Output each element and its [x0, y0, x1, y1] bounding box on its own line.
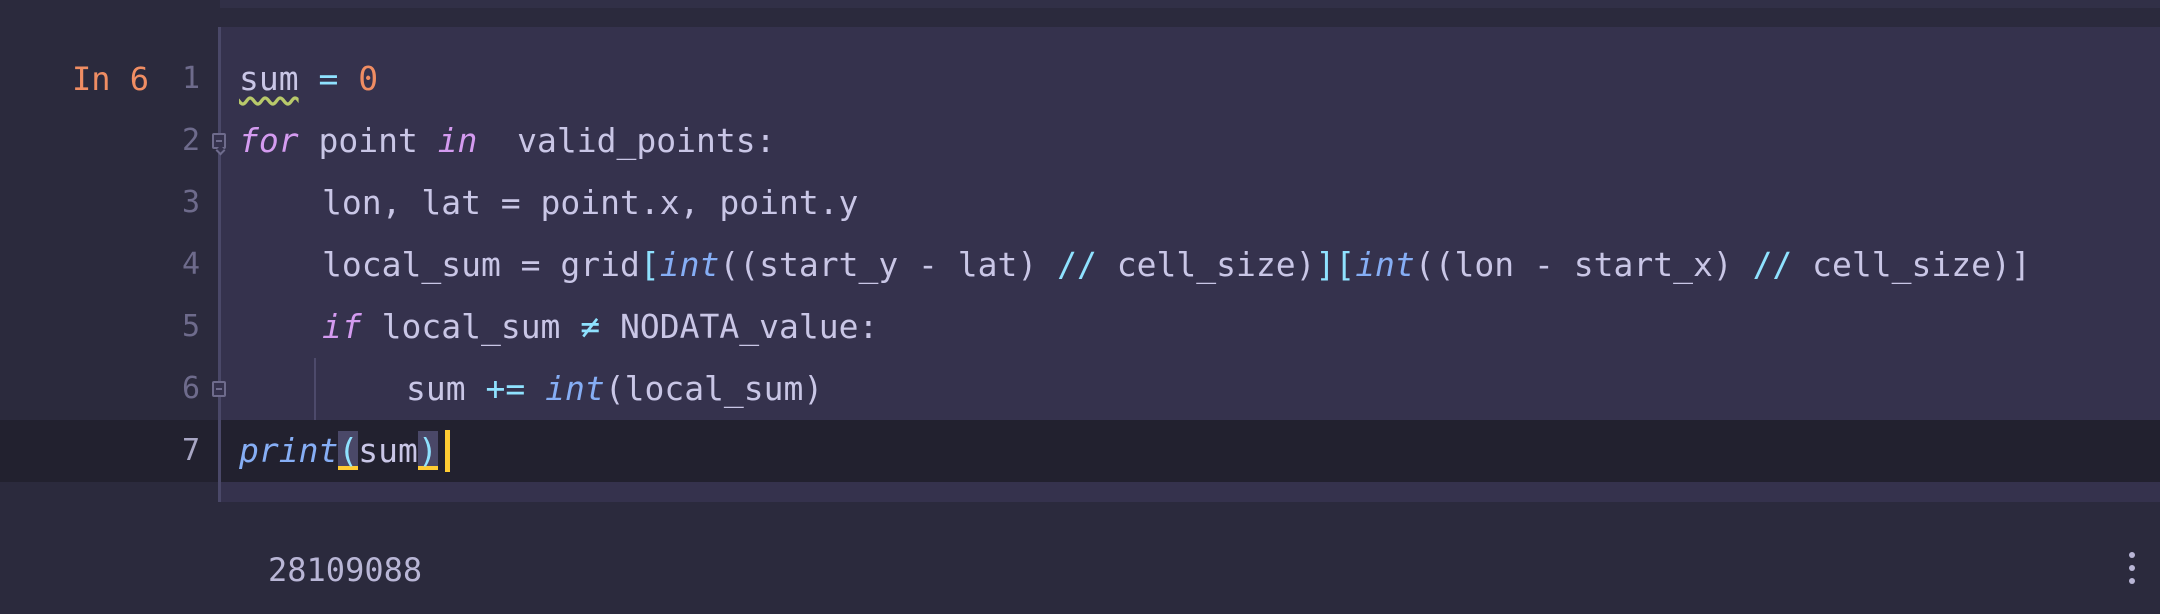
line-number: 6 — [181, 371, 200, 406]
code-text: local_sum = grid — [322, 245, 640, 284]
fold-end-icon[interactable] — [212, 381, 226, 397]
code-line-6[interactable]: sum += int(local_sum) — [406, 358, 823, 420]
matched-paren-open: ( — [338, 431, 359, 470]
more-options-icon[interactable] — [2128, 550, 2136, 586]
builtin-int: int — [659, 245, 720, 284]
code-line-4[interactable]: local_sum = grid[int((start_y - lat) // … — [322, 234, 2031, 296]
floordiv-operator: // — [1057, 245, 1097, 284]
dot — [2129, 552, 2135, 558]
code-text: sum — [358, 431, 418, 470]
code-text: NODATA_value: — [600, 307, 879, 346]
code-text: sum — [406, 369, 486, 408]
code-text: ((start_y - lat) — [719, 245, 1058, 284]
variable-sum: sum — [239, 59, 299, 98]
notebook-editor: In 6 1 2 3 4 5 6 7 sum = 0 for point in … — [0, 0, 2160, 614]
code-text: cell_size) — [1096, 245, 1316, 284]
code-text: (local_sum) — [604, 369, 824, 408]
keyword-if: if — [322, 307, 362, 346]
cell-left-border-current — [218, 420, 221, 502]
fold-icon[interactable] — [212, 133, 226, 149]
bracket: [ — [639, 245, 660, 284]
line-number: 2 — [181, 123, 200, 158]
builtin-print: print — [239, 431, 339, 470]
code-text: ((lon - start_x) — [1414, 245, 1753, 284]
code-line-7[interactable]: print(sum) — [239, 420, 438, 482]
builtin-int: int — [545, 369, 605, 408]
text-cursor — [445, 430, 450, 472]
iterable: valid_points: — [477, 121, 776, 160]
keyword-in: in — [437, 121, 478, 160]
code-line-5[interactable]: if local_sum ≠ NODATA_value: — [322, 296, 878, 358]
bracket: ][ — [1315, 245, 1356, 284]
indent-guide — [314, 358, 316, 420]
loop-variable: point — [298, 121, 438, 160]
line-number-current: 7 — [181, 433, 200, 468]
cell-output: 28109088 — [268, 551, 423, 589]
line-number: 1 — [181, 61, 200, 96]
keyword-for: for — [239, 121, 299, 160]
previous-cell-edge — [220, 0, 2160, 8]
floordiv-operator: // — [1752, 245, 1793, 284]
code-text: lon, lat = point.x, point.y — [322, 183, 859, 222]
number-literal: 0 — [358, 59, 379, 98]
code-line-2[interactable]: for point in valid_points: — [239, 110, 775, 172]
dot — [2129, 578, 2135, 584]
code-text: cell_size)] — [1792, 245, 2031, 284]
line-number: 5 — [181, 309, 200, 344]
code-line-1[interactable]: sum = 0 — [239, 48, 378, 110]
code-line-3[interactable]: lon, lat = point.x, point.y — [322, 172, 858, 234]
not-equal-operator: ≠ — [580, 307, 601, 346]
matched-paren-close: ) — [417, 431, 438, 470]
assign-operator: = — [298, 59, 359, 98]
code-text: local_sum — [361, 307, 581, 346]
builtin-int: int — [1355, 245, 1415, 284]
dot — [2129, 565, 2135, 571]
line-number: 4 — [181, 247, 200, 282]
line-number: 3 — [181, 185, 200, 220]
add-assign-operator: += — [485, 369, 526, 408]
